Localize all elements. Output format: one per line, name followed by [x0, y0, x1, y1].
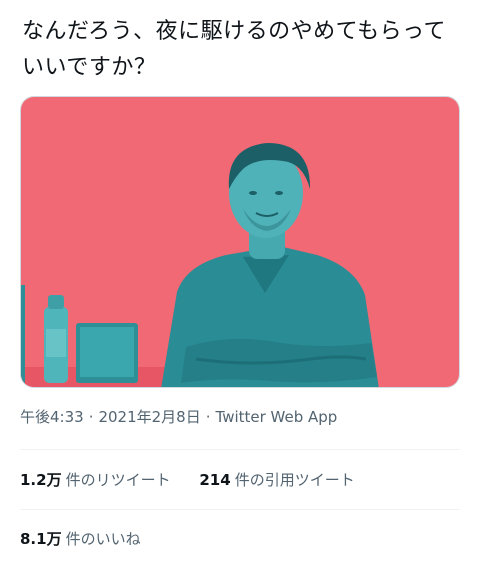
divider: [20, 449, 460, 450]
retweets-count: 1.2万: [20, 471, 62, 489]
meta-separator: ·: [205, 408, 211, 426]
tweet-source-app[interactable]: Twitter Web App: [216, 408, 338, 426]
meta-separator: ·: [88, 408, 94, 426]
likes-label: 件のいいね: [65, 530, 141, 548]
retweets-stat[interactable]: 1.2万 件のリツイート: [20, 468, 171, 492]
tweet-meta: 午後4:33 · 2021年2月8日 · Twitter Web App: [20, 406, 337, 428]
retweets-label: 件のリツイート: [65, 471, 171, 489]
likes-stat[interactable]: 8.1万 件のいいね: [20, 527, 141, 551]
tweet-text: なんだろう、夜に駆けるのやめてもらっていいですか？: [22, 19, 446, 80]
engagement-row: 1.2万 件のリツイート 214 件の引用ツイート: [20, 468, 379, 492]
tweet-date[interactable]: 2021年2月8日: [98, 408, 200, 426]
likes-row: 8.1万 件のいいね: [20, 527, 165, 551]
quotes-label: 件の引用ツイート: [234, 471, 355, 489]
photo-illustration: [21, 97, 459, 387]
likes-count: 8.1万: [20, 530, 62, 548]
quotes-stat[interactable]: 214 件の引用ツイート: [199, 468, 354, 492]
tweet-time[interactable]: 午後4:33: [20, 408, 84, 426]
quotes-count: 214: [199, 471, 231, 489]
divider: [20, 509, 460, 510]
tweet-photo[interactable]: [20, 96, 460, 388]
tweet: なんだろう、夜に駆けるのやめてもらっていいですか？ 午後4:33 · 2021年…: [0, 0, 480, 561]
